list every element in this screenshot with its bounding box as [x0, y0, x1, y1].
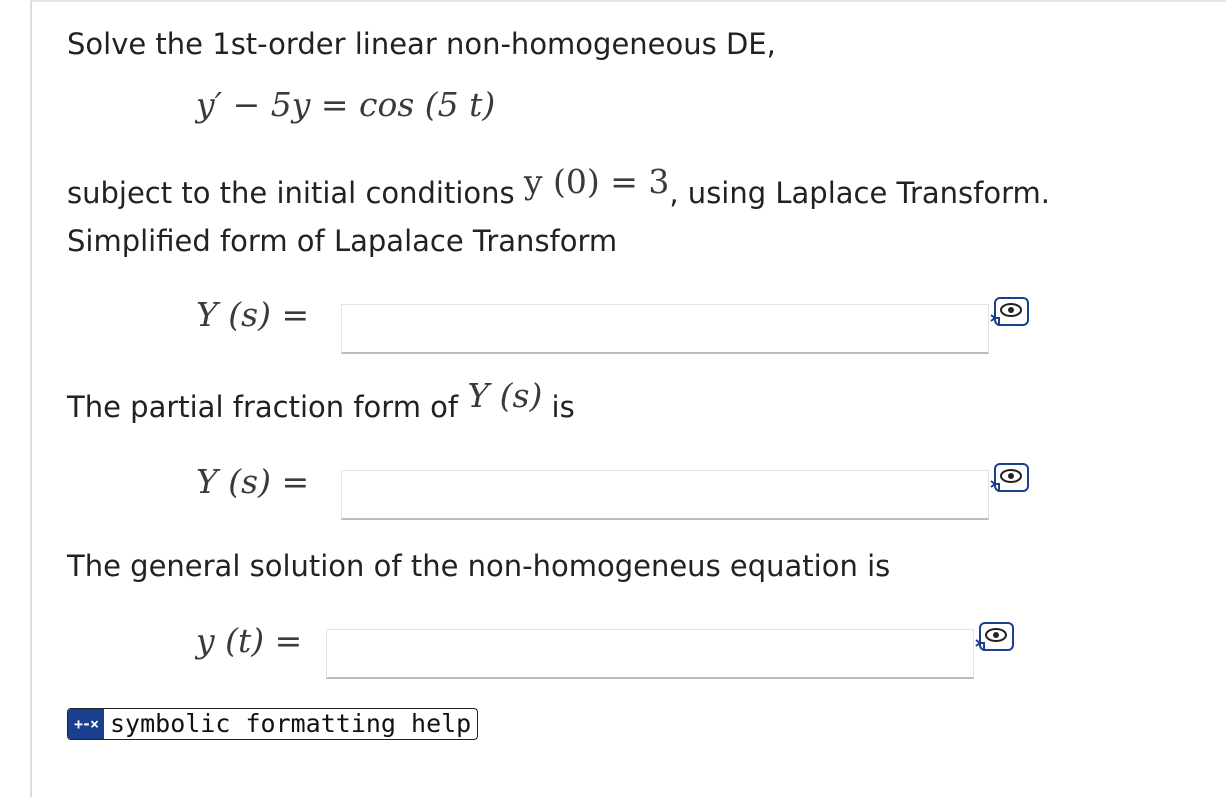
laplace-answer-input[interactable]	[341, 304, 989, 354]
top-border	[30, 0, 1226, 2]
eye-preview-icon[interactable]	[990, 462, 1030, 494]
left-border	[30, 0, 32, 797]
symbolic-formatting-help-button[interactable]: +-× symbolic formatting help	[67, 708, 479, 740]
answer-label-3: y (t) =	[196, 621, 303, 660]
general-solution-heading: The general solution of the non-homogene…	[67, 549, 891, 583]
partial-prefix: The partial fraction form of	[67, 390, 459, 424]
initial-condition-line: subject to the initial conditions y (0) …	[67, 164, 1050, 211]
partial-suffix: is	[551, 390, 575, 424]
simplified-heading: Simplified form of Lapalace Transform	[67, 224, 618, 258]
partial-fraction-line: The partial fraction form of Y (s) is	[67, 378, 575, 425]
condition-prefix: subject to the initial conditions	[67, 176, 515, 210]
answer-label-1: Y (s) =	[196, 295, 310, 334]
plus-minus-times-icon: +-×	[68, 709, 104, 739]
eye-preview-icon[interactable]	[975, 621, 1015, 653]
answer-label-2: Y (s) =	[196, 462, 310, 501]
question-page: Solve the 1st-order linear non-homogeneo…	[0, 0, 1226, 797]
condition-suffix: , using Laplace Transform.	[669, 176, 1050, 210]
partial-math: Y (s)	[467, 376, 543, 415]
general-solution-answer-input[interactable]	[326, 629, 974, 679]
question-intro: Solve the 1st-order linear non-homogeneo…	[67, 27, 776, 61]
differential-equation: y′ − 5y = cos (5 t)	[196, 85, 496, 124]
help-label: symbolic formatting help	[110, 709, 472, 738]
eye-preview-icon[interactable]	[990, 296, 1030, 328]
partial-fraction-answer-input[interactable]	[341, 470, 989, 520]
initial-condition-math: y (0) = 3	[523, 162, 670, 201]
